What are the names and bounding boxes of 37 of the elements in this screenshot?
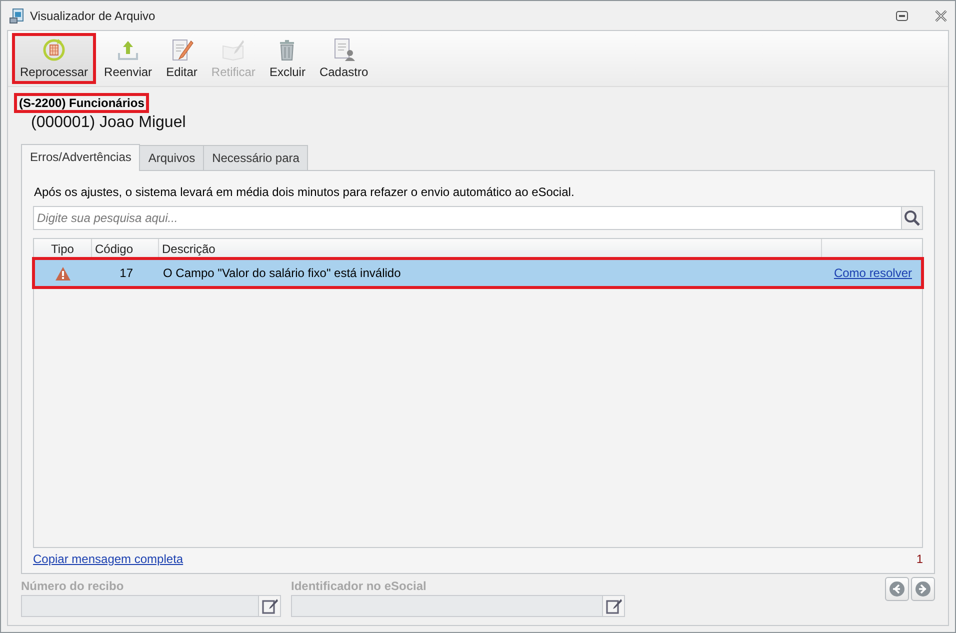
refresh-calculator-icon [42,38,66,62]
table-row[interactable]: 17 O Campo "Valor do salário fixo" está inválido Como resolver [34,259,922,287]
row-count: 1 [916,552,923,566]
next-button[interactable] [911,577,935,601]
close-icon [935,10,947,22]
tab[interactable]: Arquivos [139,145,204,170]
resolve-link[interactable]: Como resolver [834,266,912,280]
tab[interactable]: Necessário para [203,145,308,170]
edit-document-icon [170,38,194,62]
table-cell: O Campo "Valor do salário fixo" está inválido [163,266,401,280]
toolbar-button[interactable]: Editar [160,33,204,84]
toolbar-button[interactable]: Reprocessar [12,33,96,84]
search-icon [904,210,920,226]
tab[interactable]: Erros/Advertências [21,144,140,171]
event-title: (S-2200) Funcionários [14,93,150,113]
search-button[interactable] [901,206,923,230]
copy-link[interactable]: Copiar mensagem completa [33,552,184,566]
app-icon [9,8,25,24]
warning-icon [55,266,71,280]
edit-button[interactable] [259,595,281,617]
toolbar-button[interactable]: Excluir [263,33,312,84]
pencil-book-icon [221,38,246,62]
record-name: (000001) Joao Miguel [31,114,187,132]
edit-icon [262,598,278,614]
info-message: Após os ajustes, o sistema levará em média dois minutos para refazer o envio automático ao eSocial. [34,185,576,199]
toolbar-button[interactable]: Cadastro [313,33,374,84]
field-label: Número do recibo [21,579,125,593]
table-cell: 17 [120,266,133,280]
previous-button[interactable] [885,577,909,601]
maximize-icon [896,10,908,20]
person-document-icon [332,38,356,62]
search-field[interactable]: Digite sua pesquisa aqui... [33,206,901,230]
toolbar-button[interactable]: Reenviar [98,33,158,84]
edit-button[interactable] [603,595,625,617]
edit-icon [606,598,622,614]
window-title: Visualizador de Arquivo [30,8,156,22]
field-label: Identificador no eSocial [291,579,428,593]
